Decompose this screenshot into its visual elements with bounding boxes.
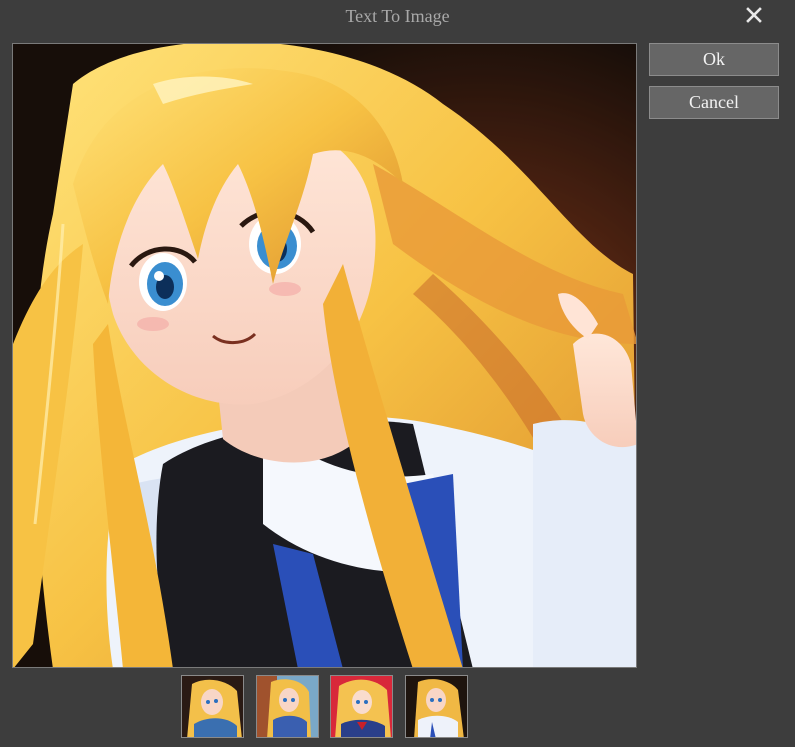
thumbnail-4-image bbox=[406, 676, 467, 737]
text-to-image-dialog: Text To Image Ok Cancel bbox=[0, 0, 795, 747]
cancel-button[interactable]: Cancel bbox=[649, 86, 779, 119]
title-bar: Text To Image bbox=[0, 0, 795, 32]
thumbnail-2[interactable] bbox=[256, 675, 319, 738]
close-button[interactable] bbox=[740, 3, 768, 27]
image-preview bbox=[12, 43, 637, 668]
thumbnail-1-image bbox=[182, 676, 243, 737]
thumbnail-3-image bbox=[331, 676, 392, 737]
thumbnail-2-image bbox=[257, 676, 318, 737]
close-icon bbox=[746, 7, 762, 23]
dialog-title: Text To Image bbox=[345, 6, 450, 26]
thumbnail-4[interactable] bbox=[405, 675, 468, 738]
thumbnail-3[interactable] bbox=[330, 675, 393, 738]
generated-image-preview bbox=[13, 44, 636, 667]
ok-button[interactable]: Ok bbox=[649, 43, 779, 76]
thumbnail-1[interactable] bbox=[181, 675, 244, 738]
